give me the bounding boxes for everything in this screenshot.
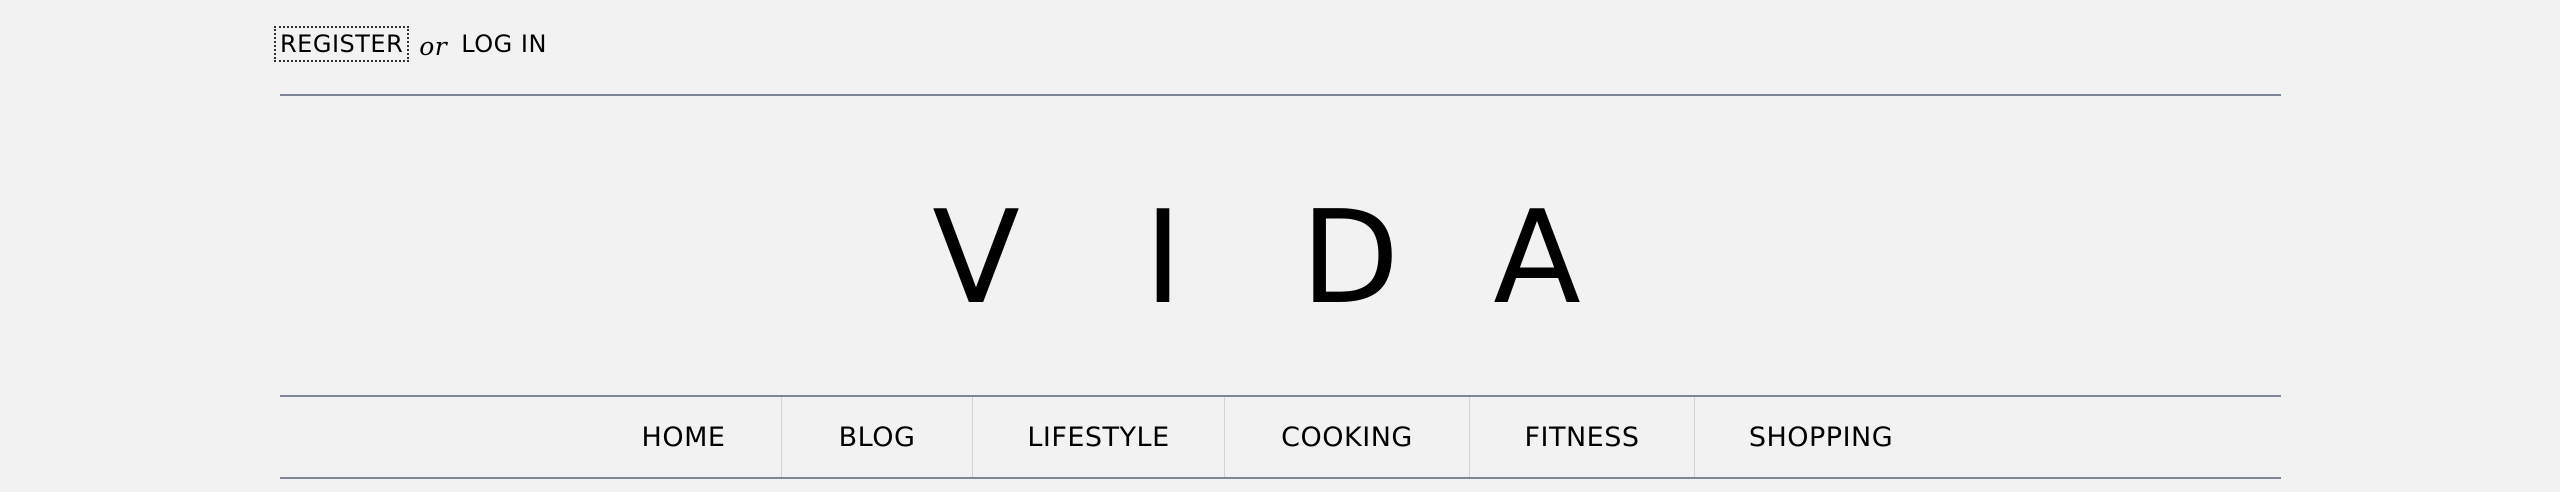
nav-item-blog[interactable]: BLOG [781,397,972,477]
nav-item-cooking[interactable]: COOKING [1224,397,1469,477]
nav-list: HOME BLOG LIFESTYLE COOKING FITNESS SHOP… [586,397,1947,477]
top-divider [280,94,2281,96]
site-logo[interactable]: V I D A [280,195,2281,323]
auth-links: REGISTER or LOG IN [273,16,547,72]
nav-item-fitness[interactable]: FITNESS [1469,397,1694,477]
logo-letter: A [1493,184,1581,333]
register-link[interactable]: REGISTER [273,26,410,62]
nav-bottom-divider [280,477,2281,479]
logo-letter: D [1300,184,1400,333]
login-link[interactable]: LOG IN [461,32,547,56]
logo-letter: I [1144,184,1182,333]
main-navigation: HOME BLOG LIFESTYLE COOKING FITNESS SHOP… [280,397,2281,477]
nav-item-shopping[interactable]: SHOPPING [1694,397,1947,477]
nav-item-lifestyle[interactable]: LIFESTYLE [972,397,1224,477]
auth-separator-text: or [419,31,448,61]
logo-letter: V [932,184,1020,333]
nav-item-home[interactable]: HOME [586,397,781,477]
site-header: REGISTER or LOG IN V I D A HOME BLOG LIF… [273,0,2281,492]
